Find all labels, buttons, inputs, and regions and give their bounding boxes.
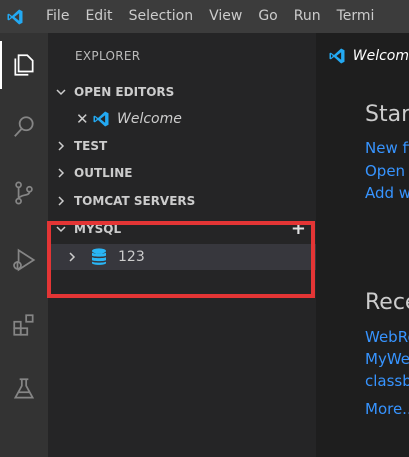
explorer-icon[interactable] <box>0 41 48 89</box>
tab-label: Welcom <box>352 47 409 64</box>
start-heading: Start <box>365 102 409 127</box>
vscode-logo-icon <box>2 0 28 33</box>
welcome-page: Start New fi Open Add w Rece WebRe MyWe … <box>316 78 409 457</box>
vscode-file-icon <box>328 47 347 65</box>
recent-item-link[interactable]: MyWe <box>365 350 409 368</box>
tab-welcome[interactable]: Welcom <box>316 33 409 78</box>
recent-heading: Rece <box>365 290 409 315</box>
run-debug-icon[interactable] <box>0 236 48 284</box>
vscode-file-icon <box>92 110 114 128</box>
testing-flask-icon[interactable] <box>0 365 48 413</box>
menu-edit[interactable]: Edit <box>77 0 120 33</box>
chevron-down-icon <box>48 86 74 98</box>
menu-view[interactable]: View <box>201 0 250 33</box>
section-tomcat-servers[interactable]: TOMCAT SERVERS <box>48 188 316 214</box>
menu-file[interactable]: File <box>38 0 77 33</box>
menu-go[interactable]: Go <box>250 0 285 33</box>
add-workspace-link[interactable]: Add w <box>365 184 409 202</box>
menu-bar: File Edit Selection View Go Run Termi <box>0 0 409 33</box>
close-icon[interactable]: ✕ <box>76 110 92 128</box>
editor-tab-bar: Welcom <box>316 33 409 78</box>
section-test[interactable]: TEST <box>48 133 316 159</box>
activity-bar <box>0 33 48 457</box>
menu-run[interactable]: Run <box>286 0 329 33</box>
open-link[interactable]: Open <box>365 162 405 180</box>
open-editor-welcome[interactable]: ✕ Welcome <box>48 106 316 132</box>
recent-item-link[interactable]: classb <box>365 372 409 390</box>
section-label: OPEN EDITORS <box>74 85 175 99</box>
search-icon[interactable] <box>0 103 48 151</box>
sidebar-title: EXPLORER <box>75 49 141 63</box>
extensions-icon[interactable] <box>0 301 48 349</box>
menu-selection[interactable]: Selection <box>121 0 202 33</box>
new-file-link[interactable]: New fi <box>365 139 409 157</box>
annotation-highlight-box <box>47 221 315 298</box>
section-open-editors[interactable]: OPEN EDITORS <box>48 79 316 105</box>
section-label: TEST <box>74 139 108 153</box>
open-editor-label: Welcome <box>117 111 182 127</box>
more-link[interactable]: More... <box>365 400 409 418</box>
chevron-right-icon <box>48 195 74 207</box>
source-control-icon[interactable] <box>0 169 48 217</box>
section-label: OUTLINE <box>74 166 133 180</box>
section-label: TOMCAT SERVERS <box>74 194 196 208</box>
menu-terminal[interactable]: Termi <box>329 0 383 33</box>
section-outline[interactable]: OUTLINE <box>48 160 316 186</box>
chevron-right-icon <box>48 167 74 179</box>
recent-item-link[interactable]: WebRe <box>365 328 409 346</box>
chevron-right-icon <box>48 140 74 152</box>
